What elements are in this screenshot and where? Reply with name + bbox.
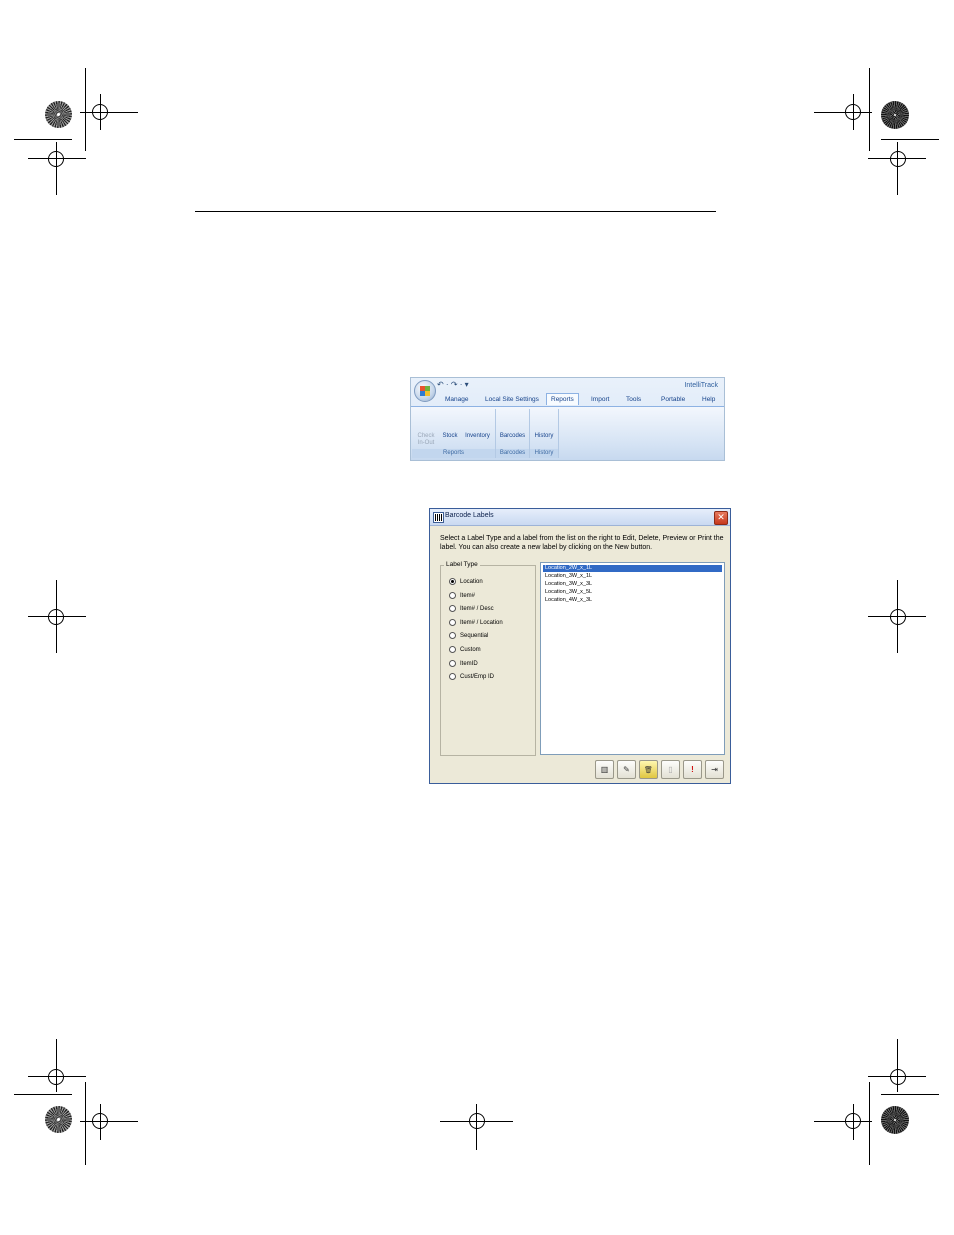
edit-label-icon: ✎ (623, 765, 630, 774)
radio-custom[interactable]: Custom (449, 646, 481, 653)
edit-label-button[interactable]: ✎ (617, 760, 636, 779)
delete-label-icon: 🗑 (644, 767, 653, 774)
label-type-group: Label Type Location Item# Item# / Desc I… (440, 561, 536, 756)
group-history: History History (530, 409, 559, 458)
barcode-labels-dialog: Barcode Labels ✕ Select a Label Type and… (429, 508, 731, 784)
registration-sunburst-icon (45, 1106, 72, 1133)
print-label-icon: ! (691, 765, 694, 774)
check-in-out-button[interactable]: Check In-Out (415, 433, 437, 447)
history-button[interactable]: History (531, 433, 557, 440)
ribbon-screenshot: ↶ · ↷ · ▾ IntelliTrack Manage Local Site… (410, 377, 725, 461)
radio-cust-emp-id[interactable]: Cust/Emp ID (449, 673, 494, 680)
radio-button-icon[interactable] (449, 646, 456, 653)
radio-button-icon[interactable] (449, 632, 456, 639)
tab-tools[interactable]: Tools (622, 394, 645, 405)
labels-list[interactable]: Location_2W_x_1L Location_3W_x_1L Locati… (540, 562, 725, 755)
registration-target-icon (890, 1069, 906, 1085)
list-item[interactable]: Location_4W_x_3L (543, 597, 594, 604)
exit-button[interactable]: ⇥ (705, 760, 724, 779)
radio-button-icon[interactable] (449, 660, 456, 667)
tab-portable[interactable]: Portable (657, 394, 689, 405)
radio-button-icon[interactable] (449, 673, 456, 680)
registration-sunburst-icon (881, 1106, 909, 1134)
barcode-icon (433, 512, 444, 523)
radio-button-icon[interactable] (449, 605, 456, 612)
radio-item-desc[interactable]: Item# / Desc (449, 605, 494, 612)
list-item[interactable]: Location_3W_x_3L (543, 581, 594, 588)
new-label-icon: ▥ (600, 765, 609, 774)
group-reports: Check In-Out Stock Inventory Reports (412, 409, 496, 458)
preview-label-icon: ▯ (668, 765, 673, 774)
registration-target-icon (890, 609, 906, 625)
group-label-history: History (530, 449, 558, 458)
tab-local-site-settings[interactable]: Local Site Settings (481, 394, 543, 405)
list-item[interactable]: Location_3W_x_5L (543, 589, 594, 596)
list-item[interactable]: Location_3W_x_1L (543, 573, 594, 580)
radio-item-location[interactable]: Item# / Location (449, 619, 503, 626)
radio-location[interactable]: Location (449, 578, 483, 585)
group-label-reports: Reports (412, 449, 495, 458)
inventory-button[interactable]: Inventory (462, 433, 493, 440)
tab-help[interactable]: Help (698, 394, 719, 405)
new-label-button[interactable]: ▥ (595, 760, 614, 779)
close-button[interactable]: ✕ (714, 511, 728, 525)
registration-target-icon (890, 151, 906, 167)
radio-item-number[interactable]: Item# (449, 592, 475, 599)
registration-sunburst-icon (45, 101, 72, 128)
stock-button[interactable]: Stock (440, 433, 460, 440)
label-type-legend: Label Type (444, 561, 480, 568)
delete-label-button[interactable]: 🗑 (639, 760, 658, 779)
app-title: IntelliTrack (684, 382, 718, 389)
print-label-button[interactable]: ! (683, 760, 702, 779)
group-barcodes: Barcodes Barcodes (496, 409, 530, 458)
radio-itemid[interactable]: ItemID (449, 660, 478, 667)
radio-sequential[interactable]: Sequential (449, 632, 488, 639)
radio-button-icon[interactable] (449, 578, 456, 585)
ribbon-tabs: Manage Local Site Settings Reports Impor… (435, 393, 724, 406)
tab-reports[interactable]: Reports (546, 393, 579, 405)
tab-manage[interactable]: Manage (441, 394, 473, 405)
list-item[interactable]: Location_2W_x_1L (543, 565, 722, 572)
office-button[interactable] (414, 380, 436, 402)
barcodes-button[interactable]: Barcodes (497, 433, 528, 440)
group-label-barcodes: Barcodes (496, 449, 529, 458)
dialog-title: Barcode Labels (445, 512, 494, 519)
tab-import[interactable]: Import (587, 394, 613, 405)
ribbon-panel: Check In-Out Stock Inventory Reports Bar… (411, 406, 724, 460)
radio-button-icon[interactable] (449, 592, 456, 599)
radio-button-icon[interactable] (449, 619, 456, 626)
dialog-titlebar[interactable]: Barcode Labels ✕ (430, 509, 730, 526)
registration-sunburst-icon (881, 101, 909, 129)
quick-access-toolbar[interactable]: ↶ · ↷ · ▾ (437, 380, 469, 389)
preview-label-button[interactable]: ▯ (661, 760, 680, 779)
header-rule (195, 211, 716, 212)
exit-icon: ⇥ (711, 765, 718, 774)
dialog-instructions: Select a Label Type and a label from the… (440, 535, 724, 551)
